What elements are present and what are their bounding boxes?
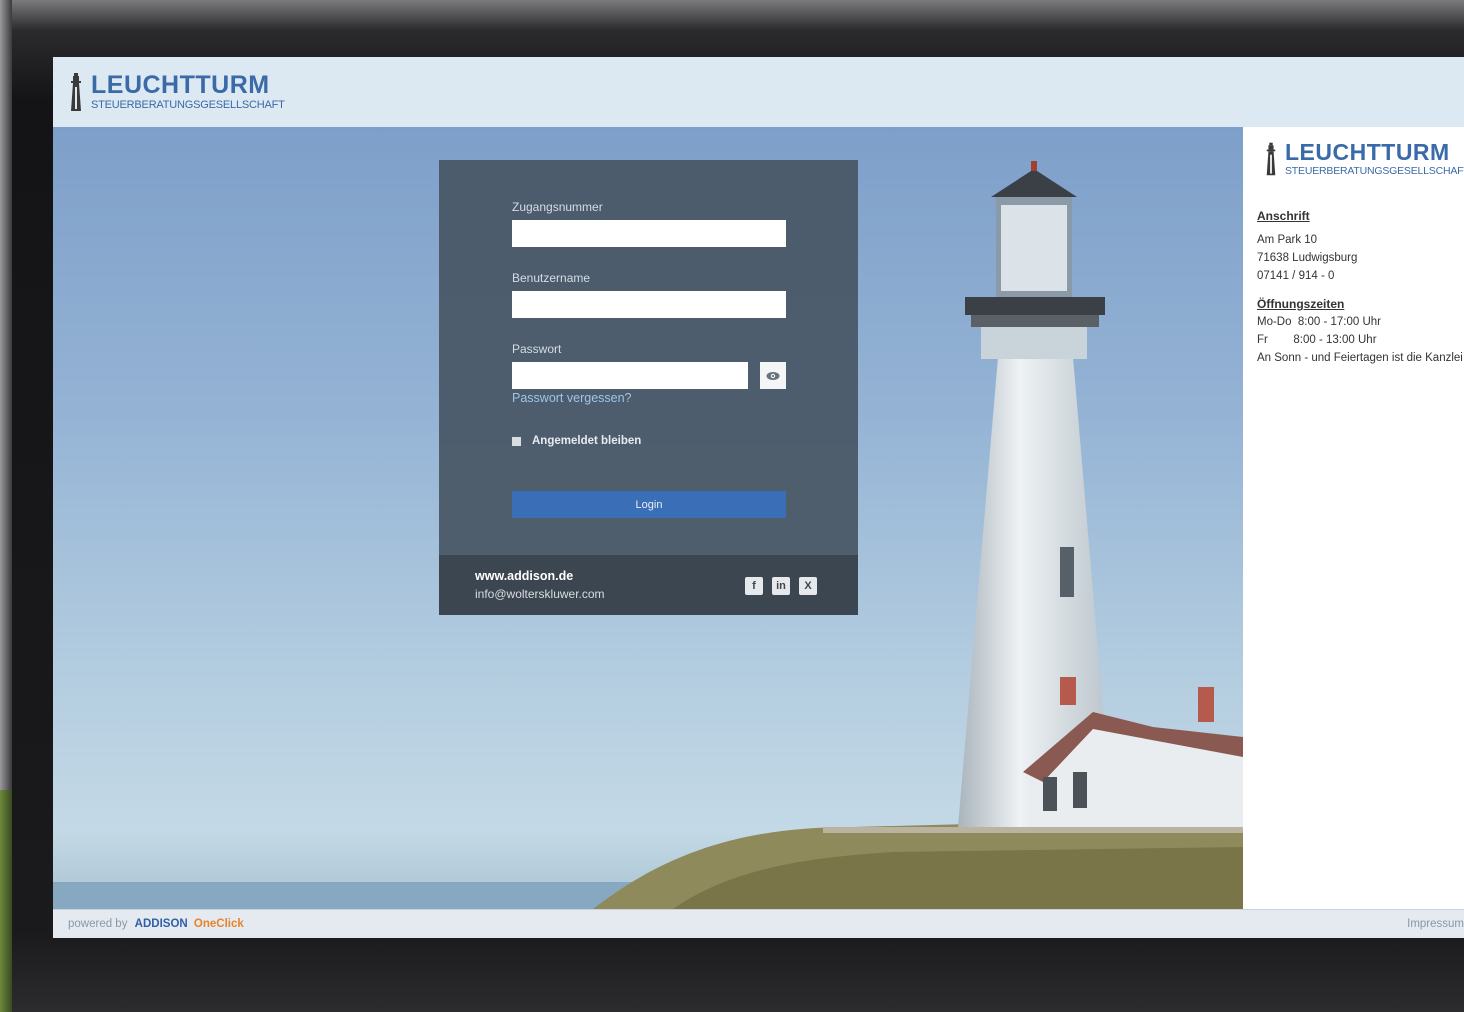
website-link[interactable]: www.addison.de bbox=[475, 569, 573, 583]
lighthouse-icon bbox=[1266, 142, 1276, 176]
address-block: Anschrift Am Park 10 71638 Ludwigsburg 0… bbox=[1257, 207, 1357, 285]
password-row bbox=[512, 362, 786, 389]
forgot-password-link[interactable]: Passwort vergessen? bbox=[512, 391, 786, 405]
background-strip bbox=[0, 790, 12, 1012]
access-number-input[interactable] bbox=[512, 220, 786, 247]
info-brand-name: LEUCHTTURM bbox=[1285, 139, 1450, 166]
brand-subtitle: STEUERBERATUNGSGESELLSCHAFT bbox=[91, 99, 285, 111]
remember-me-label: Angemeldet bleiben bbox=[532, 435, 642, 447]
info-panel: LEUCHTTURM STEUERBERATUNGSGESELLSCHAFT A… bbox=[1243, 127, 1464, 909]
login-button[interactable]: Login bbox=[512, 491, 786, 518]
hours-line: Fr 8:00 - 13:00 Uhr bbox=[1257, 334, 1377, 346]
hours-block: Öffnungszeiten Mo-Do 8:00 - 17:00 Uhr Fr… bbox=[1257, 295, 1464, 367]
username-label: Benutzername bbox=[512, 271, 591, 285]
powered-by: powered by ADDISON OneClick bbox=[68, 918, 244, 930]
username-input[interactable] bbox=[512, 291, 786, 318]
oneclick-logo: OneClick bbox=[193, 918, 244, 930]
browser-screen: LEUCHTTURM STEUERBERATUNGSGESELLSCHAFT Z… bbox=[53, 57, 1464, 938]
login-panel: Zugangsnummer Benutzername Passwort Pass… bbox=[439, 160, 858, 615]
phone-line: 07141 / 914 - 0 bbox=[1257, 270, 1335, 282]
address-heading: Anschrift bbox=[1257, 209, 1310, 223]
address-line: Am Park 10 bbox=[1257, 234, 1318, 246]
facebook-icon[interactable]: f bbox=[745, 577, 763, 595]
login-form: Zugangsnummer Benutzername Passwort Pass… bbox=[512, 200, 786, 518]
linkedin-icon[interactable]: in bbox=[772, 577, 790, 595]
powered-by-text: powered by bbox=[68, 918, 128, 930]
address-line: 71638 Ludwigsburg bbox=[1257, 252, 1358, 264]
show-password-button[interactable] bbox=[760, 362, 786, 389]
remember-me-checkbox[interactable] bbox=[512, 436, 521, 446]
hours-heading: Öffnungszeiten bbox=[1257, 297, 1345, 311]
eye-icon bbox=[766, 371, 780, 380]
info-logo: LEUCHTTURM STEUERBERATUNGSGESELLSCHAFT bbox=[1265, 141, 1464, 177]
imprint-link[interactable]: Impressum bbox=[1407, 918, 1464, 930]
email-link[interactable]: info@wolterskluwer.com bbox=[475, 587, 605, 601]
login-footer: www.addison.de info@wolterskluwer.com f … bbox=[439, 555, 858, 615]
password-label: Passwort bbox=[512, 342, 562, 356]
brand-name: LEUCHTTURM bbox=[91, 71, 270, 99]
social-links: f in X bbox=[745, 577, 826, 595]
xing-icon[interactable]: X bbox=[799, 577, 817, 595]
access-number-label: Zugangsnummer bbox=[512, 200, 603, 214]
addison-logo: ADDISON bbox=[134, 918, 188, 930]
page-header: LEUCHTTURM STEUERBERATUNGSGESELLSCHAFT bbox=[53, 57, 1464, 127]
info-brand-subtitle: STEUERBERATUNGSGESELLSCHAFT bbox=[1285, 165, 1464, 178]
hours-line: Mo-Do 8:00 - 17:00 Uhr bbox=[1257, 316, 1382, 328]
remember-me[interactable]: Angemeldet bleiben bbox=[512, 435, 786, 447]
lighthouse-icon bbox=[71, 73, 81, 111]
page-footer: powered by ADDISON OneClick Impressum bbox=[53, 909, 1464, 938]
header-logo[interactable]: LEUCHTTURM STEUERBERATUNGSGESELLSCHAFT bbox=[69, 73, 285, 111]
password-input[interactable] bbox=[512, 362, 748, 389]
hours-note: An Sonn - und Feiertagen ist die Kanzlei… bbox=[1257, 352, 1464, 364]
